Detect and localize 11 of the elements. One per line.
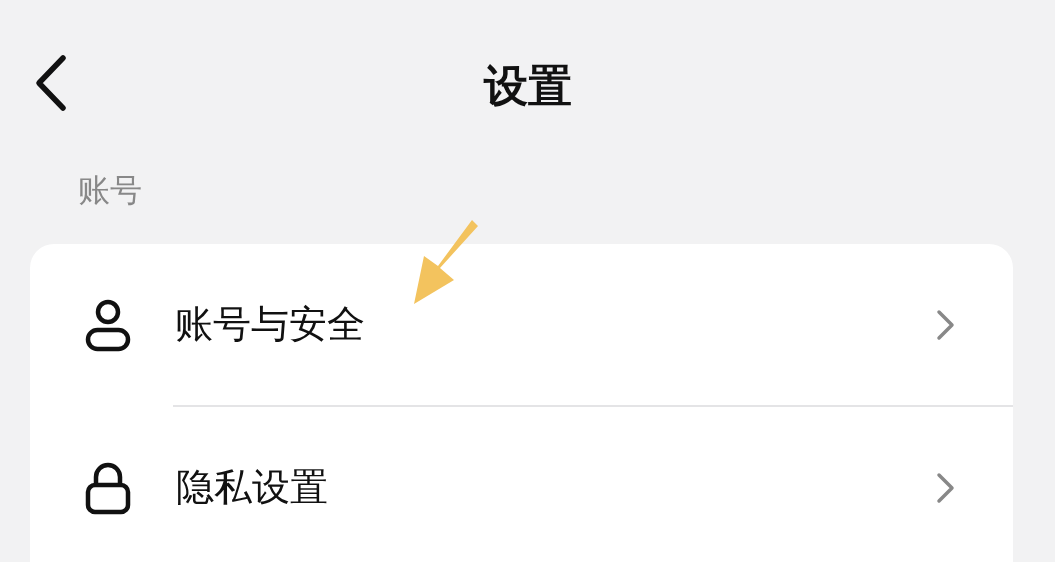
back-button[interactable] [33, 54, 69, 112]
row-label: 账号与安全 [175, 301, 366, 348]
settings-row[interactable]: 账号与安全 [30, 244, 1013, 405]
chevron-right-icon [935, 308, 955, 341]
lock-icon [85, 460, 131, 515]
user-icon [85, 297, 131, 352]
section-title: 账号 [77, 170, 143, 211]
chevron-right-icon [935, 471, 955, 504]
row-label: 隐私设置 [176, 464, 329, 511]
settings-row[interactable]: 隐私设置 [173, 405, 1013, 562]
page-title: 设置 [483, 59, 572, 113]
